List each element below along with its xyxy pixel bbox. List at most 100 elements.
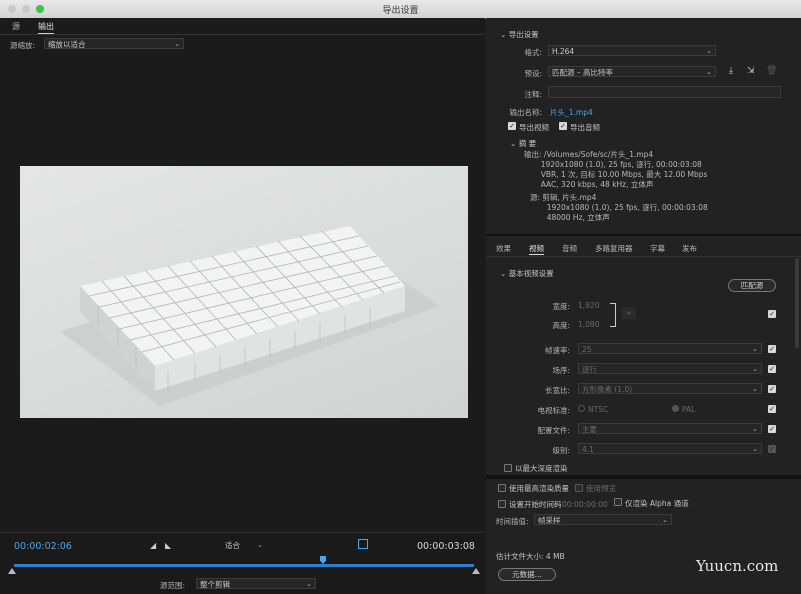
level-checkbox[interactable]: ✓ <box>768 445 776 453</box>
export-settings-title: 导出设置 <box>508 30 539 39</box>
basic-video-settings-title: 基本视频设置 <box>508 269 554 278</box>
summary-title: 摘 要 <box>518 139 537 148</box>
chevron-down-icon: ⌄ <box>257 541 263 549</box>
chevron-down-icon: ⌄ <box>752 385 758 393</box>
format-value: H.264 <box>552 47 575 56</box>
aspect-checkbox[interactable]: ✓ <box>768 385 776 393</box>
export-audio-checkbox[interactable]: ✓ <box>559 122 567 130</box>
save-preset-icon[interactable]: ⤓ <box>729 66 733 76</box>
match-source-button[interactable]: 匹配源 <box>728 279 776 292</box>
end-timecode: 00:00:03:08 <box>417 541 475 552</box>
link-bracket <box>610 303 616 327</box>
profile-select[interactable]: 主要 ⌄ <box>578 423 762 434</box>
tab-publish[interactable]: 发布 <box>682 243 697 254</box>
tab-output[interactable]: 输出 <box>38 21 54 34</box>
set-in-point-icon[interactable]: ◢ <box>150 541 156 550</box>
source-range-value: 整个剪辑 <box>200 580 230 589</box>
pal-label: PAL <box>682 405 696 414</box>
export-audio-label: 导出音频 <box>570 123 600 132</box>
render-alpha-checkbox[interactable] <box>614 498 622 506</box>
profile-checkbox[interactable]: ✓ <box>768 425 776 433</box>
tab-multiplexer[interactable]: 多路复用器 <box>595 243 633 254</box>
playhead-handle[interactable] <box>320 556 326 564</box>
chevron-down-icon: ⌄ <box>510 139 517 148</box>
profile-value: 主要 <box>582 425 597 434</box>
frame-rate-checkbox[interactable]: ✓ <box>768 345 776 353</box>
aspect-correction-icon[interactable] <box>358 539 368 549</box>
video-frame-image <box>60 226 440 406</box>
tab-audio[interactable]: 音频 <box>562 243 577 254</box>
source-range-select[interactable]: 整个剪辑 ⌄ <box>196 578 316 589</box>
window-title: 导出设置 <box>382 6 419 16</box>
tab-effects[interactable]: 效果 <box>496 243 511 254</box>
tab-source[interactable]: 源 <box>12 21 20 32</box>
divider <box>486 475 801 479</box>
format-select[interactable]: H.264 ⌄ <box>548 45 716 56</box>
set-start-timecode-label: 设置开始时间码 <box>509 500 562 509</box>
ntsc-label: NTSC <box>588 405 609 414</box>
width-label: 宽度: <box>552 302 570 311</box>
time-interpolation-label: 时间插值: <box>496 517 529 526</box>
source-scale-value: 缩放以适合 <box>48 40 86 49</box>
chevron-down-icon: ⌄ <box>500 269 507 278</box>
fit-value: 适合 <box>225 541 240 550</box>
field-order-checkbox[interactable]: ✓ <box>768 365 776 373</box>
pal-radio[interactable] <box>672 405 679 412</box>
tv-standard-checkbox[interactable]: ✓ <box>768 405 776 413</box>
out-point-marker[interactable] <box>472 568 480 574</box>
summary-output: 输出: /Volumes/Sofe/sc/片头_1.mp4 1920x1080 … <box>524 150 708 189</box>
timeline-controls: 00:00:02:06 ◢ ◣ 适合 ⌄ 00:00:03:08 源范围: 整个… <box>0 532 485 594</box>
import-preset-icon[interactable]: ⇲ <box>747 66 755 76</box>
aspect-select[interactable]: 方形像素 (1.0) ⌄ <box>578 383 762 394</box>
height-label: 高度: <box>552 321 570 330</box>
chevron-down-icon: ⌄ <box>174 40 180 48</box>
source-scale-select[interactable]: 缩放以适合 ⌄ <box>44 38 184 49</box>
ntsc-radio[interactable] <box>578 405 585 412</box>
max-render-quality-checkbox[interactable] <box>498 484 506 492</box>
use-preview-label: 使用预览 <box>586 484 616 493</box>
height-value[interactable]: 1,080 <box>578 320 599 329</box>
tab-captions[interactable]: 字幕 <box>650 243 665 254</box>
fit-select[interactable]: 适合 ⌄ <box>222 540 266 551</box>
export-video-label: 导出视频 <box>519 123 549 132</box>
export-video-checkbox[interactable]: ✓ <box>508 122 516 130</box>
divider <box>486 256 801 257</box>
chevron-down-icon: ⌄ <box>306 580 312 588</box>
settings-scrollbar[interactable] <box>795 258 799 348</box>
start-timecode-value[interactable]: 00:00:00:00 <box>562 500 608 509</box>
timeline-scrubber[interactable] <box>14 564 474 567</box>
frame-rate-select[interactable]: 25 ⌄ <box>578 343 762 354</box>
match-size-checkbox[interactable]: ✓ <box>768 310 776 318</box>
basic-video-settings-header[interactable]: ⌄ 基本视频设置 <box>500 268 554 279</box>
metadata-button[interactable]: 元数据... <box>498 568 556 581</box>
comment-input[interactable] <box>548 86 781 98</box>
delete-preset-icon[interactable]: 🗑 <box>766 66 777 76</box>
current-timecode[interactable]: 00:00:02:06 <box>14 541 72 552</box>
use-preview-checkbox[interactable] <box>575 484 583 492</box>
time-interpolation-select[interactable]: 帧采样 ⌄ <box>534 514 672 525</box>
max-depth-label: 以最大深度渲染 <box>515 464 568 473</box>
width-value[interactable]: 1,920 <box>578 301 599 310</box>
level-select[interactable]: 4.1 ⌄ <box>578 443 762 454</box>
preset-select[interactable]: 匹配源 – 高比特率 ⌄ <box>548 66 716 77</box>
max-depth-checkbox[interactable] <box>504 464 512 472</box>
in-point-marker[interactable] <box>8 568 16 574</box>
set-start-timecode-checkbox[interactable] <box>498 500 506 508</box>
preset-label: 预设: <box>524 69 542 78</box>
tab-video[interactable]: 视频 <box>529 243 544 255</box>
frame-rate-value: 25 <box>582 345 592 354</box>
level-value: 4.1 <box>582 445 594 454</box>
export-settings-header[interactable]: ⌄ 导出设置 <box>500 29 539 40</box>
frame-rate-label: 帧速率: <box>544 346 570 355</box>
field-order-label: 场序: <box>552 366 570 375</box>
aspect-label: 长宽比: <box>544 386 570 395</box>
preview-panel: 源 输出 源缩放: 缩放以适合 ⌄ 00:00:02:06 ◢ ◣ 适合 ⌄ 0… <box>0 18 485 594</box>
chain-link-icon[interactable]: ∞ <box>622 307 636 319</box>
field-order-select[interactable]: 逐行 ⌄ <box>578 363 762 374</box>
summary-source: 源: 剪辑, 片头.mp4 1920x1080 (1.0), 25 fps, 逐… <box>530 193 708 222</box>
chevron-down-icon: ⌄ <box>662 516 668 524</box>
summary-header[interactable]: ⌄ 摘 要 <box>510 138 536 149</box>
set-out-point-icon[interactable]: ◣ <box>165 541 171 550</box>
divider <box>486 234 801 236</box>
output-name-link[interactable]: 片头_1.mp4 <box>550 107 593 118</box>
